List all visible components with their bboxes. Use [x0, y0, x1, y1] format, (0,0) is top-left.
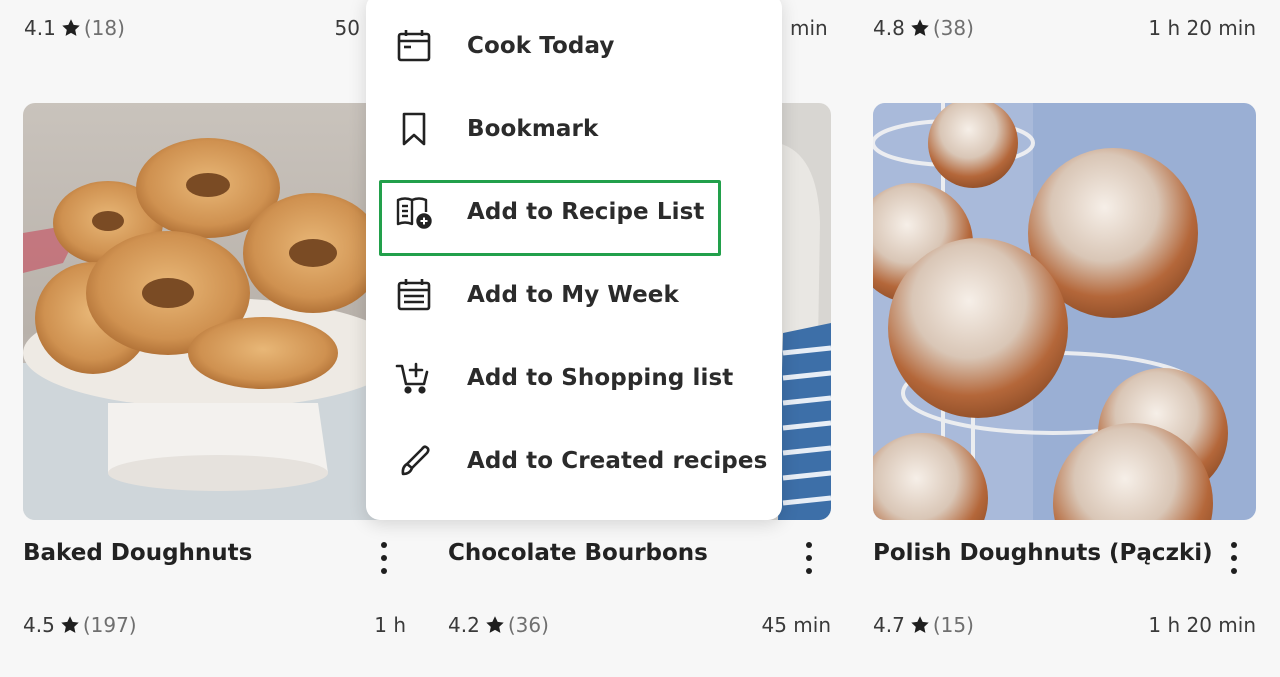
- menu-item-label: Add to Recipe List: [467, 198, 705, 225]
- doughnuts-photo: [23, 103, 406, 520]
- top-card-meta-2: min: [790, 14, 831, 42]
- rating-count: (36): [507, 613, 549, 637]
- cook-time: min: [790, 16, 828, 40]
- recipe-image-baked-doughnuts[interactable]: [23, 103, 406, 520]
- more-options-icon: [381, 542, 387, 548]
- rating-value: 4.2: [448, 613, 480, 637]
- menu-item-add-to-shopping-list[interactable]: Add to Shopping list: [366, 336, 782, 419]
- rating-count: (38): [932, 16, 974, 40]
- cook-time: 50: [334, 16, 360, 40]
- more-options-button[interactable]: [795, 538, 823, 578]
- recipe-card-polish-doughnuts[interactable]: Polish Doughnuts (Pączki) 4.7 (15) 1 h 2…: [873, 103, 1256, 637]
- recipe-title[interactable]: Baked Doughnuts: [23, 536, 406, 570]
- menu-item-label: Cook Today: [467, 32, 615, 59]
- top-card-meta-3: 4.8 (38) 1 h 20 min: [873, 14, 1256, 42]
- more-options-icon: [806, 542, 812, 548]
- rating: 4.5 (197): [23, 613, 137, 637]
- more-options-icon: [1231, 542, 1237, 548]
- rating: 4.7 (15): [873, 613, 974, 637]
- rating-value: 4.8: [873, 16, 905, 40]
- rating-value: 4.5: [23, 613, 55, 637]
- rating-value: 4.1: [24, 16, 56, 40]
- rating-count: (197): [82, 613, 137, 637]
- cook-time: 1 h 20 min: [1148, 613, 1256, 637]
- top-card-meta-1: 4.1 (18) 50: [24, 14, 360, 42]
- star-icon: [61, 616, 79, 633]
- menu-item-cook-today[interactable]: Cook Today: [366, 4, 782, 87]
- more-options-button[interactable]: [370, 538, 398, 578]
- menu-item-label: Add to Shopping list: [467, 364, 734, 391]
- recipe-meta: 4.5 (197) 1 h: [23, 613, 406, 637]
- bookmark-icon: [394, 109, 434, 149]
- menu-item-label: Bookmark: [467, 115, 599, 142]
- menu-item-add-to-created-recipes[interactable]: Add to Created recipes: [366, 419, 782, 502]
- rating: 4.1 (18): [24, 16, 125, 40]
- recipe-title[interactable]: Chocolate Bourbons: [448, 536, 831, 570]
- recipe-meta: 4.2 (36) 45 min: [448, 613, 831, 637]
- rating-count: (15): [932, 613, 974, 637]
- menu-item-add-to-my-week[interactable]: Add to My Week: [366, 253, 782, 336]
- calendar-week-icon: [394, 275, 434, 315]
- recipe-meta: 4.7 (15) 1 h 20 min: [873, 613, 1256, 637]
- menu-item-label: Add to Created recipes: [467, 447, 768, 474]
- recipe-book-add-icon: [394, 192, 434, 232]
- recipe-card-baked-doughnuts[interactable]: Baked Doughnuts 4.5 (197) 1 h: [23, 103, 406, 637]
- cook-time: 1 h 20 min: [1148, 16, 1256, 40]
- star-icon: [911, 616, 929, 633]
- cook-time: 45 min: [761, 613, 831, 637]
- star-icon: [62, 19, 80, 36]
- star-icon: [911, 19, 929, 36]
- more-options-button[interactable]: [1220, 538, 1248, 578]
- paczki-photo: [873, 103, 1256, 520]
- pen-icon: [394, 441, 434, 481]
- cart-add-icon: [394, 358, 434, 398]
- menu-item-add-to-recipe-list[interactable]: Add to Recipe List: [366, 170, 782, 253]
- menu-item-bookmark[interactable]: Bookmark: [366, 87, 782, 170]
- rating-count: (18): [83, 16, 125, 40]
- cook-time: 1 h: [374, 613, 406, 637]
- rating: 4.2 (36): [448, 613, 549, 637]
- rating: 4.8 (38): [873, 16, 974, 40]
- rating-value: 4.7: [873, 613, 905, 637]
- recipe-image-polish-doughnuts[interactable]: [873, 103, 1256, 520]
- menu-item-label: Add to My Week: [467, 281, 679, 308]
- star-icon: [486, 616, 504, 633]
- recipe-title[interactable]: Polish Doughnuts (Pączki): [873, 536, 1256, 570]
- recipe-options-menu: Cook Today Bookmark Add to Recipe List A…: [366, 0, 782, 520]
- calendar-icon: [394, 26, 434, 66]
- recipe-grid-page: 4.1 (18) 50 min 4.8 (38) 1 h 20 min Bake…: [0, 0, 1280, 677]
